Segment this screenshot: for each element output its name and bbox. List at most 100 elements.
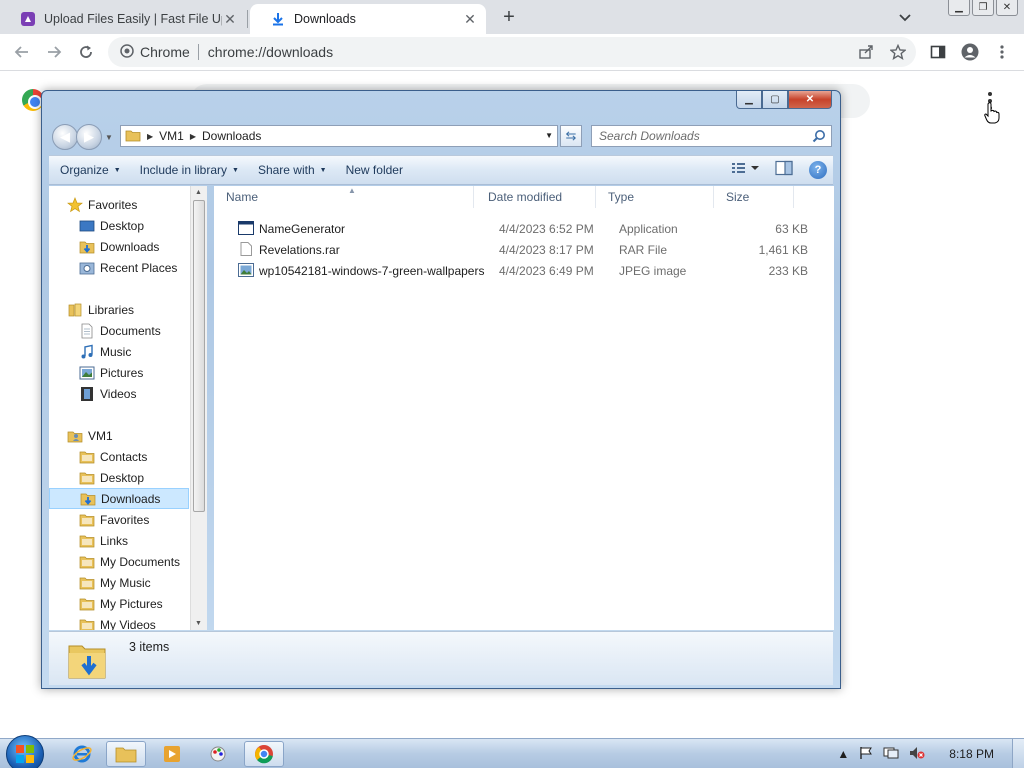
nav-item-favorites[interactable]: Favorites: [49, 194, 137, 215]
favorites-folder-icon: [79, 512, 95, 528]
dialog-caption-buttons: ▁ ▢ ✕: [736, 91, 832, 109]
nav-item-videos[interactable]: Videos: [49, 383, 136, 404]
close-window-button[interactable]: ✕: [996, 0, 1018, 16]
explorer-refresh-button[interactable]: ⇆: [560, 125, 582, 147]
taskbar-paint[interactable]: [198, 741, 238, 767]
nav-item-contacts[interactable]: Contacts: [49, 446, 147, 467]
nav-item-vm1[interactable]: VM1: [49, 425, 113, 446]
include-in-library-button[interactable]: Include in library ▼: [140, 163, 239, 177]
show-desktop-button[interactable]: [1012, 739, 1024, 768]
column-header-name[interactable]: Name: [214, 186, 474, 208]
explorer-forward-button[interactable]: ▶: [76, 124, 102, 150]
volume-muted-icon[interactable]: [909, 746, 925, 763]
nav-item-downloads[interactable]: Downloads: [49, 236, 159, 257]
file-name: NameGenerator: [259, 222, 346, 236]
internet-explorer-icon: [72, 745, 92, 763]
nav-item-my-documents[interactable]: My Documents: [49, 551, 180, 572]
nav-item-desktop[interactable]: Desktop: [49, 215, 144, 236]
file-row[interactable]: Revelations.rar 4/4/2023 8:17 PM RAR Fil…: [220, 239, 810, 260]
file-row[interactable]: NameGenerator 4/4/2023 6:52 PM Applicati…: [220, 218, 810, 239]
nav-item-desktop[interactable]: Desktop: [49, 467, 144, 488]
address-bar[interactable]: Chrome chrome://downloads: [108, 37, 916, 67]
network-icon[interactable]: [883, 746, 899, 763]
taskbar-file-explorer[interactable]: [106, 741, 146, 767]
change-view-icon[interactable]: [731, 161, 759, 178]
hand-cursor-icon: [984, 102, 1000, 124]
explorer-search-input[interactable]: Search Downloads: [591, 125, 832, 147]
breadcrumb-vm1[interactable]: VM1: [159, 129, 184, 143]
taskbar-internet-explorer[interactable]: [62, 741, 102, 767]
tab-close-icon[interactable]: ✕: [222, 11, 238, 27]
item-count: 3 items: [129, 640, 170, 654]
dialog-maximize-button[interactable]: ▢: [762, 91, 788, 109]
nav-item-documents[interactable]: Documents: [49, 320, 161, 341]
share-with-button[interactable]: Share with ▼: [258, 163, 327, 177]
tab-close-icon[interactable]: ✕: [462, 11, 478, 27]
navigation-pane-scrollbar[interactable]: ▲ ▼: [190, 186, 207, 630]
column-header-date[interactable]: Date modified: [476, 186, 596, 208]
tab-search-chevron-icon[interactable]: [897, 9, 913, 25]
dialog-minimize-button[interactable]: ▁: [736, 91, 762, 109]
documents-icon: [79, 323, 95, 339]
explorer-back-button[interactable]: ◀: [52, 124, 78, 150]
scroll-down-arrow-icon[interactable]: ▼: [195, 620, 202, 627]
breadcrumb-arrow-icon[interactable]: ▶: [147, 132, 153, 141]
omnibox-separator: [197, 44, 199, 60]
tab-upload-files[interactable]: Upload Files Easily | Fast File Uplc ✕: [0, 4, 246, 34]
organize-button[interactable]: Organize ▼: [60, 163, 121, 177]
nav-item-links[interactable]: Links: [49, 530, 128, 551]
dialog-close-button[interactable]: ✕: [788, 91, 832, 109]
nav-item-recent-places[interactable]: Recent Places: [49, 257, 177, 278]
minimize-button[interactable]: ▁: [948, 0, 970, 16]
address-dropdown-icon[interactable]: ▼: [545, 131, 553, 140]
recent-pages-dropdown-icon[interactable]: ▼: [105, 133, 113, 142]
reload-button[interactable]: [76, 42, 96, 62]
nav-item-label: My Videos: [100, 617, 156, 631]
back-button[interactable]: [12, 42, 32, 62]
taskbar-chrome[interactable]: [244, 741, 284, 767]
bookmark-star-icon[interactable]: [889, 43, 907, 61]
file-row[interactable]: wp10542181-windows-7-green-wallpapers 4/…: [220, 260, 810, 281]
nav-item-my-music[interactable]: My Music: [49, 572, 151, 593]
preview-pane-icon[interactable]: [775, 160, 793, 179]
nav-item-my-pictures[interactable]: My Pictures: [49, 593, 163, 614]
scrollbar-thumb[interactable]: [193, 200, 205, 512]
show-hidden-icons-icon[interactable]: ▲: [837, 747, 849, 761]
omnibox-url[interactable]: chrome://downloads: [208, 44, 333, 60]
view-controls: ?: [731, 160, 827, 179]
back-arrow-icon: [14, 46, 28, 58]
nav-item-music[interactable]: Music: [49, 341, 131, 362]
file-name: Revelations.rar: [259, 243, 340, 257]
restore-button[interactable]: ❐: [972, 0, 994, 16]
start-button[interactable]: [6, 735, 44, 768]
nav-item-my-videos[interactable]: My Videos: [49, 614, 156, 630]
new-tab-button[interactable]: +: [499, 7, 519, 27]
search-icon[interactable]: [812, 129, 826, 143]
nav-item-downloads[interactable]: Downloads: [49, 488, 189, 509]
forward-button[interactable]: [44, 42, 64, 62]
side-panel-icon[interactable]: [929, 43, 947, 61]
share-icon[interactable]: [857, 43, 875, 61]
profile-avatar-icon[interactable]: [961, 43, 979, 61]
documents-folder-icon: [79, 554, 95, 570]
nav-item-libraries[interactable]: Libraries: [49, 299, 134, 320]
upload-site-favicon-icon: [20, 11, 36, 27]
action-center-flag-icon[interactable]: [859, 746, 873, 763]
breadcrumb-arrow-icon[interactable]: ▶: [190, 132, 196, 141]
taskbar-clock[interactable]: 8:18 PM: [949, 747, 994, 761]
breadcrumb-downloads[interactable]: Downloads: [202, 129, 261, 143]
chrome-menu-icon[interactable]: [993, 43, 1011, 61]
explorer-address-bar[interactable]: ▶ VM1 ▶ Downloads ▼: [120, 125, 558, 147]
tab-downloads[interactable]: Downloads ✕: [250, 4, 486, 34]
column-header-size[interactable]: Size: [714, 186, 794, 208]
nav-item-pictures[interactable]: Pictures: [49, 362, 143, 383]
taskbar-media-player[interactable]: [152, 741, 192, 767]
column-header-type[interactable]: Type: [596, 186, 714, 208]
user-folder-icon: [67, 428, 83, 444]
scroll-up-arrow-icon[interactable]: ▲: [195, 189, 202, 196]
help-icon[interactable]: ?: [809, 160, 827, 179]
type-header-label: Type: [608, 190, 635, 204]
nav-item-label: Desktop: [100, 470, 145, 485]
nav-item-favorites[interactable]: Favorites: [49, 509, 149, 530]
new-folder-button[interactable]: New folder: [346, 163, 403, 177]
